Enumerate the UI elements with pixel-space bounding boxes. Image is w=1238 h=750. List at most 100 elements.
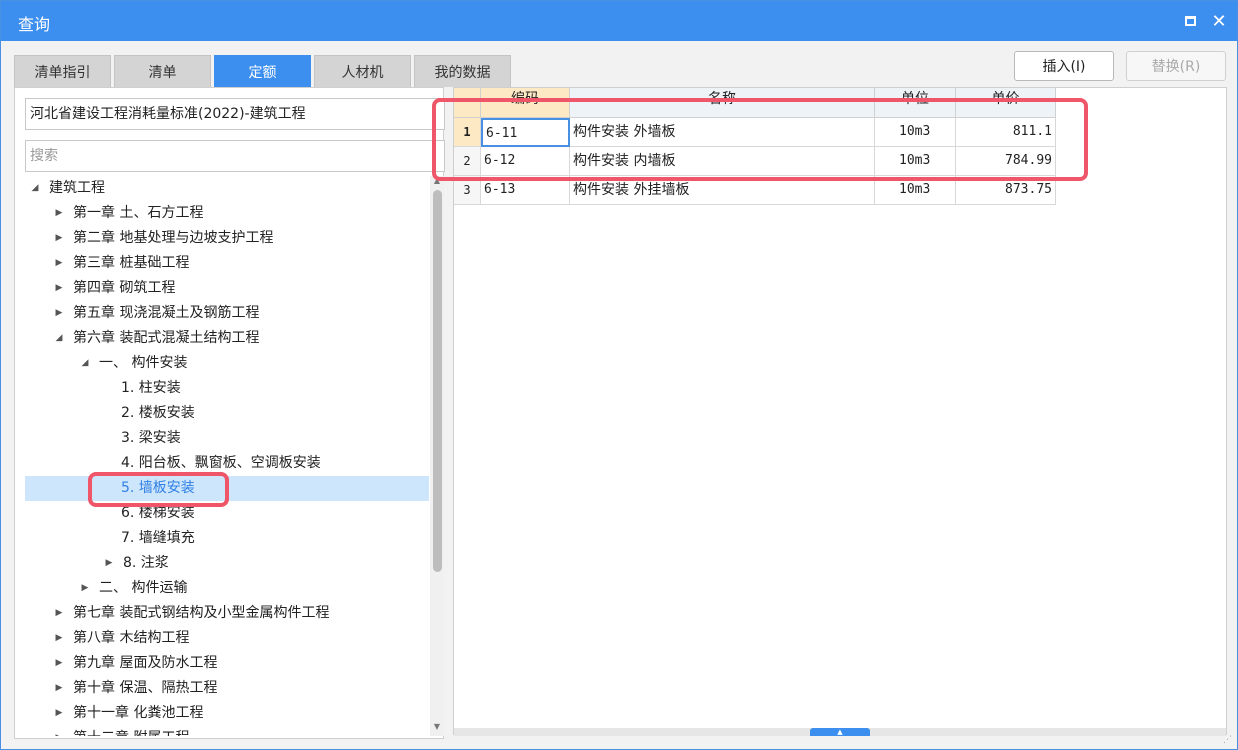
quota-tree: ◢ 建筑工程 ▶ 第一章 土、石方工程 ▶ 第二章 地基处理与边坡支护工程 ▶ 第三章 桩基础… <box>25 176 429 736</box>
tab-labor-material-machine[interactable]: 人材机 <box>314 55 411 87</box>
collapsed-arrow-icon[interactable]: ▶ <box>53 626 65 651</box>
tree-item-label: 8. 注浆 <box>123 555 169 571</box>
tree-item-label: 第五章 现浇混凝土及钢筋工程 <box>73 305 260 321</box>
scroll-up-icon[interactable]: ▲ <box>430 176 444 188</box>
cell-price[interactable]: 811.1 <box>956 118 1056 147</box>
scroll-down-icon[interactable]: ▼ <box>430 722 444 734</box>
expanded-arrow-icon[interactable]: ◢ <box>29 176 41 201</box>
row-number: 3 <box>454 176 481 205</box>
cell-code[interactable]: 6-13 <box>481 176 570 205</box>
scroll-thumb[interactable] <box>433 190 442 572</box>
resize-grip-icon[interactable]: ⋰ <box>1223 735 1235 747</box>
maximize-icon[interactable] <box>1178 9 1202 33</box>
collapsed-arrow-icon[interactable]: ▶ <box>53 676 65 701</box>
insert-button[interactable]: 插入(I) <box>1014 51 1114 81</box>
tree-item[interactable]: 1. 柱安装 <box>25 376 429 401</box>
collapsed-arrow-icon[interactable]: ▶ <box>53 601 65 626</box>
tree-item[interactable]: 3. 梁安装 <box>25 426 429 451</box>
tree-item[interactable]: ▶ 第七章 装配式钢结构及小型金属构件工程 <box>25 601 429 626</box>
tree-item[interactable]: ▶ 二、 构件运输 <box>25 576 429 601</box>
tab-quota[interactable]: 定额 <box>214 55 311 87</box>
title-bar[interactable]: 查询 ✕ <box>1 1 1237 41</box>
tree-item[interactable]: ▶ 第五章 现浇混凝土及钢筋工程 <box>25 301 429 326</box>
tree-item-label: 5. 墙板安装 <box>121 480 195 496</box>
tree-item[interactable]: ▶ 第十一章 化粪池工程 <box>25 701 429 726</box>
cell-code[interactable]: 6-12 <box>481 147 570 176</box>
cell-unit[interactable]: 10m3 <box>875 176 956 205</box>
collapsed-arrow-icon[interactable]: ▶ <box>53 226 65 251</box>
cell-unit[interactable]: 10m3 <box>875 118 956 147</box>
tree-item[interactable]: ▶ 第四章 砌筑工程 <box>25 276 429 301</box>
column-header-code[interactable]: 编码 <box>481 88 570 118</box>
tree-item-label: 第十一章 化粪池工程 <box>73 705 204 721</box>
expanded-arrow-icon[interactable]: ◢ <box>53 326 65 351</box>
tree-item-label: 第七章 装配式钢结构及小型金属构件工程 <box>73 605 330 621</box>
tree-item[interactable]: 2. 楼板安装 <box>25 401 429 426</box>
row-number: 2 <box>454 147 481 176</box>
tree-item-label: 第十章 保温、隔热工程 <box>73 680 218 696</box>
cell-name[interactable]: 构件安装 外墙板 <box>570 118 875 147</box>
tree-item[interactable]: 4. 阳台板、飘窗板、空调板安装 <box>25 451 429 476</box>
tree-item-label: 7. 墙缝填充 <box>121 530 195 546</box>
tab-list[interactable]: 清单 <box>114 55 211 87</box>
tree-item[interactable]: ▶ 第十章 保温、隔热工程 <box>25 676 429 701</box>
tree-item-label: 第二章 地基处理与边坡支护工程 <box>73 230 274 246</box>
tree-item[interactable]: ▶ 第三章 桩基础工程 <box>25 251 429 276</box>
expanded-arrow-icon[interactable]: ◢ <box>79 351 91 376</box>
collapsed-arrow-icon[interactable]: ▶ <box>53 276 65 301</box>
grid-horizontal-scrollbar[interactable]: ▲ <box>454 728 1226 736</box>
tree-item-label: 1. 柱安装 <box>121 380 181 396</box>
dialog-title: 查询 <box>18 15 51 34</box>
tree-item[interactable]: ◢ 第六章 装配式混凝土结构工程 <box>25 326 429 351</box>
search-input[interactable] <box>25 140 445 172</box>
tree-item[interactable]: ◢ 一、 构件安装 <box>25 351 429 376</box>
tree-item[interactable]: ▶ 第八章 木结构工程 <box>25 626 429 651</box>
collapsed-arrow-icon[interactable]: ▶ <box>103 551 115 576</box>
tab-my-data[interactable]: 我的数据 <box>414 55 511 87</box>
row-number: 1 <box>454 118 481 147</box>
collapse-grip-icon[interactable]: ▲ <box>810 728 870 736</box>
collapsed-arrow-icon[interactable]: ▶ <box>53 251 65 276</box>
tree-item[interactable]: ◢ 建筑工程 <box>25 176 429 201</box>
tree-item[interactable]: ▶ 第九章 屋面及防水工程 <box>25 651 429 676</box>
cell-name[interactable]: 构件安装 内墙板 <box>570 147 875 176</box>
tree-item-label: 2. 楼板安装 <box>121 405 195 421</box>
tree-item[interactable]: ▶ 第十二章 附属工程 <box>25 726 429 736</box>
tree-item[interactable]: 7. 墙缝填充 <box>25 526 429 551</box>
tree-item[interactable]: ▶ 8. 注浆 <box>25 551 429 576</box>
tree-item[interactable]: 6. 楼梯安装 <box>25 501 429 526</box>
cell-unit[interactable]: 10m3 <box>875 147 956 176</box>
tree-item-label: 第四章 砌筑工程 <box>73 280 176 296</box>
column-header-name[interactable]: 名称 <box>570 88 875 118</box>
replace-button[interactable]: 替换(R) <box>1126 51 1226 81</box>
collapsed-arrow-icon[interactable]: ▶ <box>79 576 91 601</box>
tab-list-guide[interactable]: 清单指引 <box>14 55 111 87</box>
cell-code[interactable]: 6-11 <box>481 118 570 147</box>
quota-tree-panel: 河北省建设工程消耗量标准(2022)-建筑工程 ◢ 建筑工程 ▶ 第一章 土、石方工程… <box>14 87 445 739</box>
collapsed-arrow-icon[interactable]: ▶ <box>53 701 65 726</box>
tree-item[interactable]: ▶ 第一章 土、石方工程 <box>25 201 429 226</box>
column-header-price[interactable]: 单价 <box>956 88 1056 118</box>
tree-item[interactable]: ▶ 第二章 地基处理与边坡支护工程 <box>25 226 429 251</box>
cell-price[interactable]: 784.99 <box>956 147 1056 176</box>
collapsed-arrow-icon[interactable]: ▶ <box>53 726 65 736</box>
column-header-unit[interactable]: 单位 <box>875 88 956 118</box>
collapsed-arrow-icon[interactable]: ▶ <box>53 301 65 326</box>
query-dialog: 查询 ✕ 清单指引 清单 定额 人材机 我的数据 插入(I) 替换(R) 河北省… <box>0 0 1238 750</box>
standard-select[interactable]: 河北省建设工程消耗量标准(2022)-建筑工程 <box>25 98 445 130</box>
tree-item-label: 3. 梁安装 <box>121 430 181 446</box>
tree-scrollbar[interactable]: ▲ ▼ <box>430 176 444 736</box>
tree-item-label: 6. 楼梯安装 <box>121 505 195 521</box>
tree-item-label: 第六章 装配式混凝土结构工程 <box>73 330 260 346</box>
tree-item-label: 第十二章 附属工程 <box>73 726 189 736</box>
collapsed-arrow-icon[interactable]: ▶ <box>53 201 65 226</box>
tree-item[interactable]: 5. 墙板安装 <box>25 476 429 501</box>
tree-item-label: 4. 阳台板、飘窗板、空调板安装 <box>121 455 321 471</box>
cell-price[interactable]: 873.75 <box>956 176 1056 205</box>
tree-item-label: 第九章 屋面及防水工程 <box>73 655 218 671</box>
tree-item-label: 第一章 土、石方工程 <box>73 205 204 221</box>
collapsed-arrow-icon[interactable]: ▶ <box>53 651 65 676</box>
close-icon[interactable]: ✕ <box>1207 9 1231 33</box>
cell-name[interactable]: 构件安装 外挂墙板 <box>570 176 875 205</box>
tree-item-label: 一、 构件安装 <box>99 355 188 371</box>
